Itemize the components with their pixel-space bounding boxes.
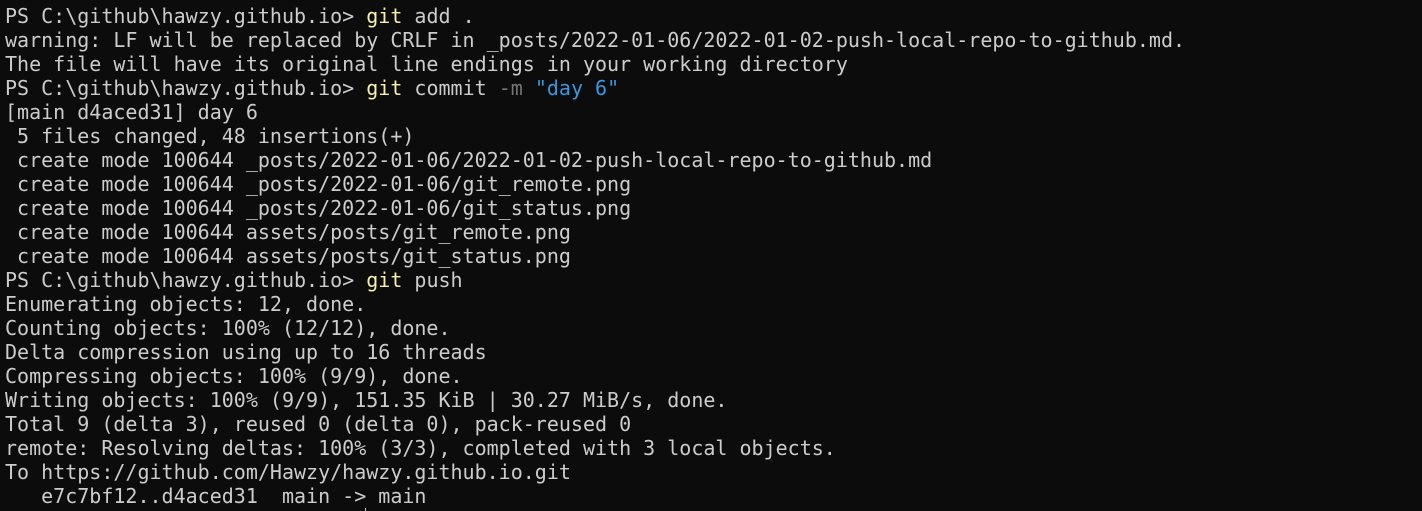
output-line: create mode 100644 _posts/2022-01-06/git… [5, 196, 1422, 220]
prompt-path: PS C:\github\hawzy.github.io> [5, 4, 367, 28]
output-text: remote: Resolving deltas: 100% (3/3), co… [5, 436, 836, 460]
output-text: 5 files changed, 48 insertions(+) [5, 124, 415, 148]
terminal-output: PS C:\github\hawzy.github.io> git add .w… [5, 4, 1422, 508]
output-text: create mode 100644 assets/posts/git_remo… [5, 220, 571, 244]
output-line: create mode 100644 assets/posts/git_remo… [5, 220, 1422, 244]
command-keyword: git [366, 4, 403, 28]
command-string: "day 6" [534, 76, 620, 100]
prompt-path: PS C:\github\hawzy.github.io> [5, 76, 367, 100]
output-line: Delta compression using up to 16 threads [5, 340, 1422, 364]
output-text: warning: LF will be replaced by CRLF in … [5, 28, 1186, 52]
output-line: [main d4aced31] day 6 [5, 100, 1422, 124]
output-line: remote: Resolving deltas: 100% (3/3), co… [5, 436, 1422, 460]
command-keyword: git [366, 268, 403, 292]
terminal-window[interactable]: PS C:\github\hawzy.github.io> git add .w… [0, 0, 1422, 511]
output-line: create mode 100644 _posts/2022-01-06/202… [5, 148, 1422, 172]
prompt-line: PS C:\github\hawzy.github.io> git add . [5, 4, 1422, 28]
output-line: The file will have its original line end… [5, 52, 1422, 76]
output-line: warning: LF will be replaced by CRLF in … [5, 28, 1422, 52]
output-text: create mode 100644 assets/posts/git_stat… [5, 244, 571, 268]
output-line: e7c7bf12..d4aced31 main -> main [5, 484, 1422, 508]
output-text: Delta compression using up to 16 threads [5, 340, 487, 364]
output-text: push [402, 268, 463, 292]
output-text: create mode 100644 _posts/2022-01-06/git… [5, 172, 632, 196]
output-line: 5 files changed, 48 insertions(+) [5, 124, 1422, 148]
output-text: Writing objects: 100% (9/9), 151.35 KiB … [5, 388, 728, 412]
output-line: Compressing objects: 100% (9/9), done. [5, 364, 1422, 388]
output-text: Enumerating objects: 12, done. [5, 292, 367, 316]
output-text: create mode 100644 _posts/2022-01-06/202… [5, 148, 933, 172]
output-line: create mode 100644 assets/posts/git_stat… [5, 244, 1422, 268]
prompt-line: PS C:\github\hawzy.github.io> git commit… [5, 76, 1422, 100]
output-text: Counting objects: 100% (12/12), done. [5, 316, 451, 340]
output-line: Enumerating objects: 12, done. [5, 292, 1422, 316]
output-text: commit [402, 76, 499, 100]
command-flag: -m [498, 76, 523, 100]
prompt-line: PS C:\github\hawzy.github.io> git push [5, 268, 1422, 292]
output-line: Counting objects: 100% (12/12), done. [5, 316, 1422, 340]
output-line: Writing objects: 100% (9/9), 151.35 KiB … [5, 388, 1422, 412]
prompt-path: PS C:\github\hawzy.github.io> [5, 268, 367, 292]
output-text: create mode 100644 _posts/2022-01-06/git… [5, 196, 632, 220]
output-text: To https://github.com/Hawzy/hawzy.github… [5, 460, 571, 484]
output-text: Compressing objects: 100% (9/9), done. [5, 364, 463, 388]
output-line: To https://github.com/Hawzy/hawzy.github… [5, 460, 1422, 484]
output-text: e7c7bf12..d4aced31 main -> main [5, 484, 427, 508]
output-text: add . [402, 4, 475, 28]
output-text: Total 9 (delta 3), reused 0 (delta 0), p… [5, 412, 632, 436]
command-keyword: git [366, 76, 403, 100]
output-text: The file will have its original line end… [5, 52, 848, 76]
output-line: create mode 100644 _posts/2022-01-06/git… [5, 172, 1422, 196]
output-text: [main d4aced31] day 6 [5, 100, 258, 124]
output-line: Total 9 (delta 3), reused 0 (delta 0), p… [5, 412, 1422, 436]
